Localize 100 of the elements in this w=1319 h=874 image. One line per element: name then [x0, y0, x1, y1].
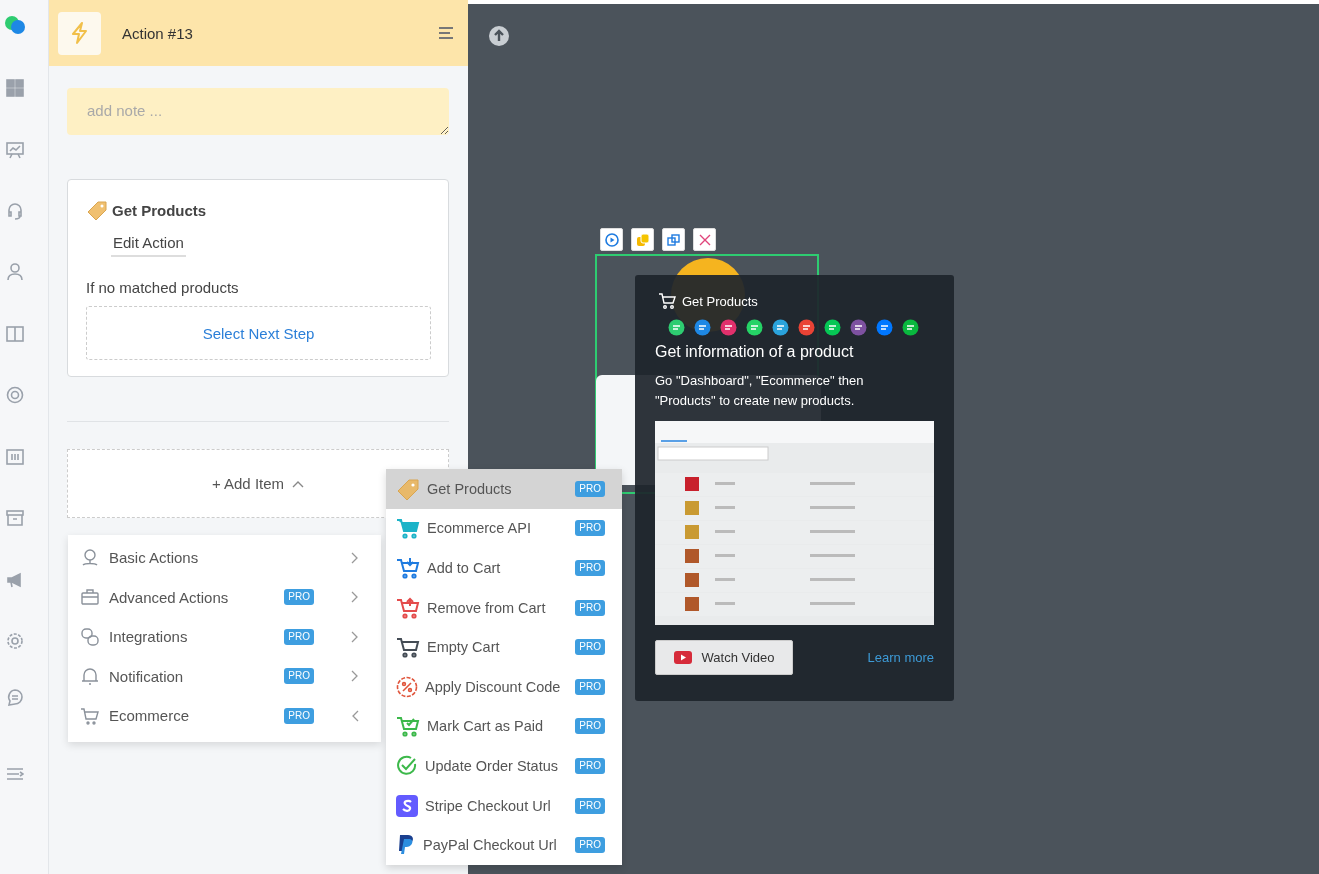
submenu-item-label: Add to Cart: [427, 560, 502, 576]
channel-icon: [798, 319, 815, 336]
submenu-item-label: Mark Cart as Paid: [427, 718, 545, 735]
submenu-item-label: Update Order Status: [425, 757, 559, 774]
headset-icon[interactable]: [6, 202, 24, 220]
menu-item[interactable]: Advanced Actions PRO: [68, 577, 381, 617]
submenu-item[interactable]: Stripe Checkout Url PRO: [386, 785, 622, 826]
channel-icon: [746, 319, 763, 336]
menu-item[interactable]: Ecommerce PRO: [68, 696, 381, 736]
comment-icon[interactable]: [6, 688, 24, 706]
channel-icon: [668, 319, 685, 336]
menu-item[interactable]: Notification PRO: [68, 656, 381, 696]
chat-logo-icon[interactable]: [4, 15, 26, 35]
menu-item-label: Notification: [109, 667, 185, 685]
submenu-item[interactable]: Get Products PRO: [386, 469, 622, 509]
megaphone-icon[interactable]: [6, 571, 24, 589]
chevron-icon: [351, 551, 359, 564]
video-icon: [673, 651, 692, 664]
dashboard-icon[interactable]: [6, 79, 24, 97]
pro-badge: PRO: [575, 797, 605, 814]
briefcase-icon: [80, 587, 100, 608]
fallback-label: If no matched products: [86, 279, 240, 296]
menu-icon[interactable]: [6, 765, 24, 783]
copy-button[interactable]: [631, 228, 654, 251]
bolt-icon: [58, 11, 101, 55]
menu-item[interactable]: Integrations PRO: [68, 617, 381, 657]
play-button[interactable]: [600, 228, 623, 251]
submenu-item[interactable]: PayPal Checkout Url PRO: [386, 825, 622, 865]
menu-icon[interactable]: [438, 26, 454, 40]
pro-badge: PRO: [284, 628, 314, 645]
pro-badge: PRO: [575, 678, 605, 695]
pro-badge: PRO: [284, 707, 314, 724]
submenu-item[interactable]: Apply Discount Code PRO: [386, 666, 622, 707]
panel-icon[interactable]: [6, 448, 24, 466]
menu-item-label: Integrations: [109, 628, 189, 646]
chevron-icon: [351, 670, 359, 683]
cart-icon: [396, 517, 420, 540]
pro-badge: PRO: [575, 560, 605, 576]
channel-icon: [720, 319, 737, 336]
menu-item-label: Ecommerce: [109, 707, 191, 725]
pro-badge: PRO: [284, 668, 314, 685]
tooltip-heading: Get information of a product: [655, 343, 855, 361]
tooltip-text: Go "Dashboard", "Ecommerce" then "Products" to create new products.: [655, 372, 865, 410]
channel-icon: [876, 319, 893, 336]
submenu-item-label: PayPal Checkout Url: [423, 837, 558, 854]
submenu-item-label: Stripe Checkout Url: [425, 797, 552, 814]
tag-icon: [86, 200, 108, 220]
note-field[interactable]: add note ...: [67, 88, 449, 135]
submenu-item[interactable]: Empty Cart PRO: [386, 627, 622, 667]
stripe-icon: [396, 794, 418, 817]
close-icon: [697, 232, 712, 247]
edit-action-link[interactable]: Edit Action: [111, 234, 186, 257]
submenu-item[interactable]: Mark Cart as Paid PRO: [386, 706, 622, 747]
pin-icon: [80, 547, 100, 568]
bell-icon: [80, 666, 100, 687]
user-icon[interactable]: [6, 263, 24, 281]
add-item-button[interactable]: + Add Item: [205, 474, 311, 493]
upload-icon[interactable]: [488, 25, 510, 47]
paypal-icon: [396, 834, 416, 857]
cart-icon: [396, 557, 420, 579]
card-title: Get Products: [112, 201, 207, 219]
cart-icon: [396, 596, 420, 619]
lifebuoy-icon[interactable]: [6, 386, 24, 404]
chart-icon[interactable]: [6, 141, 24, 159]
select-next-step-button[interactable]: Select Next Step: [86, 306, 431, 360]
submenu-item[interactable]: Remove from Cart PRO: [386, 587, 622, 628]
menu-item-label: Advanced Actions: [109, 588, 230, 606]
duplicate-icon: [666, 232, 681, 247]
duplicate-button[interactable]: [662, 228, 685, 251]
pro-badge: PRO: [575, 718, 605, 735]
delete-button[interactable]: [693, 228, 716, 251]
columns-icon[interactable]: [6, 325, 24, 343]
menu-item[interactable]: Basic Actions: [68, 538, 381, 578]
chevron-icon: [351, 630, 359, 643]
cart-icon: [396, 715, 420, 738]
settings-icon[interactable]: [6, 632, 24, 650]
submenu-item-label: Apply Discount Code: [425, 678, 562, 695]
archive-icon[interactable]: [6, 509, 24, 527]
submenu-item-label: Empty Cart: [427, 639, 501, 656]
submenu-item[interactable]: Add to Cart PRO: [386, 548, 622, 588]
submenu-item[interactable]: Update Order Status PRO: [386, 746, 622, 786]
copy-icon: [635, 232, 650, 247]
submenu-item-label: Remove from Cart: [427, 599, 547, 616]
action-title: Action #13: [122, 24, 194, 42]
chevron-icon: [351, 709, 359, 722]
submenu-item[interactable]: Ecommerce API PRO: [386, 508, 622, 549]
pro-badge: PRO: [575, 837, 605, 854]
cart-icon: [658, 293, 676, 309]
caret-icon: [292, 479, 305, 488]
chevron-icon: [351, 591, 359, 604]
watch-video-button[interactable]: Watch Video: [655, 640, 793, 675]
check-circle-icon: [396, 754, 418, 777]
channel-icon: [824, 319, 841, 336]
discount-icon: [396, 675, 418, 698]
pro-badge: PRO: [575, 599, 605, 616]
learn-more-link[interactable]: Learn more: [867, 650, 934, 665]
play-icon: [604, 232, 619, 247]
cart-icon: [396, 636, 420, 659]
tag-icon: [396, 477, 420, 500]
tooltip-title: Get Products: [682, 293, 758, 309]
